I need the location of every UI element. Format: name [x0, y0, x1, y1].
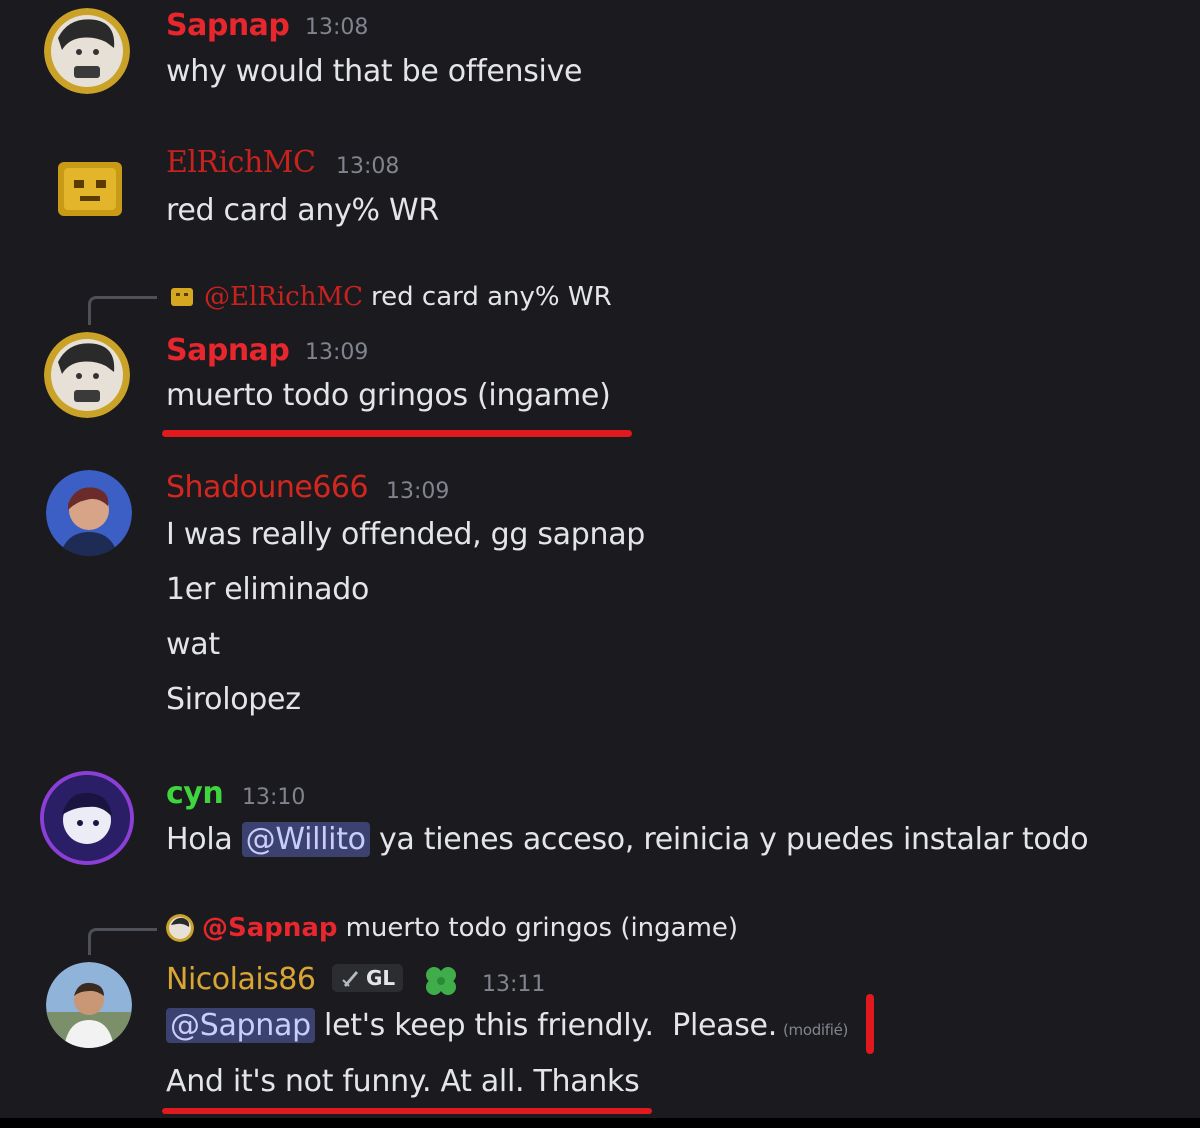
message-text-part: let's keep this friendly. Please. — [314, 1008, 777, 1043]
reply-preview[interactable]: @ElRichMC red card any% WR — [168, 282, 612, 312]
avatar-elrichmc[interactable] — [52, 152, 128, 228]
timestamp: 13:08 — [305, 15, 369, 40]
message-text: red card any% WR — [166, 193, 439, 228]
message-text: @Sapnap let's keep this friendly. Please… — [166, 1008, 848, 1043]
screen-bottom-edge — [0, 1118, 1200, 1128]
reply-text: red card any% WR — [371, 282, 612, 312]
message-text: I was really offended, gg sapnap — [166, 517, 646, 552]
avatar-cyn[interactable] — [44, 775, 130, 861]
reply-text: muerto todo gringos (ingame) — [345, 913, 739, 943]
avatar-sapnap[interactable] — [44, 8, 130, 94]
message-text: wat — [166, 627, 220, 662]
mention-willito[interactable]: @Willito — [241, 822, 370, 857]
server-tag[interactable]: GL — [332, 964, 404, 992]
mention-sapnap[interactable]: @Sapnap — [166, 1008, 315, 1043]
avatar-cyn-image — [44, 775, 130, 861]
message-text-part: ya tienes acceso, reinicia y puedes inst… — [369, 822, 1089, 857]
reply-connector — [88, 928, 157, 955]
username-elrichmc[interactable]: ElRichMC — [166, 145, 316, 180]
red-bar-annotation — [866, 994, 874, 1054]
sword-icon — [340, 967, 362, 989]
edited-label: (modifié) — [782, 1021, 849, 1039]
reply-preview[interactable]: @Sapnap muerto todo gringos (ingame) — [166, 913, 738, 943]
avatar-nicolais86[interactable] — [46, 962, 132, 1048]
reply-author[interactable]: @Sapnap — [202, 913, 338, 943]
message-text: And it's not funny. At all. Thanks — [166, 1064, 640, 1099]
avatar-shadoune666[interactable] — [46, 470, 132, 556]
clover-icon — [422, 962, 460, 1000]
reply-connector — [88, 296, 157, 325]
avatar-nicolais86-image — [46, 962, 132, 1048]
username-shadoune666[interactable]: Shadoune666 — [166, 470, 369, 505]
message-text: why would that be offensive — [166, 54, 583, 89]
elrichmc-mini-avatar-icon — [168, 283, 196, 311]
server-tag-label: GL — [366, 966, 396, 990]
message-text: muerto todo gringos (ingame) — [166, 378, 611, 413]
username-sapnap[interactable]: Sapnap — [166, 8, 290, 43]
avatar-shadoune666-image — [46, 470, 132, 556]
red-underline-annotation — [162, 1108, 652, 1114]
chat-message-list: Sapnap 13:08 why would that be offensive… — [0, 0, 1200, 1128]
avatar-sapnap-image — [44, 332, 130, 418]
username-sapnap[interactable]: Sapnap — [166, 333, 290, 368]
timestamp: 13:08 — [336, 154, 400, 179]
message-text: 1er eliminado — [166, 572, 369, 607]
timestamp: 13:09 — [305, 340, 369, 365]
message-text: Sirolopez — [166, 682, 301, 717]
timestamp: 13:09 — [386, 479, 450, 504]
red-underline-annotation — [162, 430, 632, 437]
sapnap-mini-avatar-icon — [166, 914, 194, 942]
username-nicolais86[interactable]: Nicolais86 — [166, 962, 316, 997]
message-text: Hola @Willito ya tienes acceso, reinicia… — [166, 822, 1089, 857]
avatar-sapnap[interactable] — [44, 332, 130, 418]
timestamp: 13:10 — [242, 785, 306, 810]
message-text-part: Hola — [166, 822, 242, 857]
username-cyn[interactable]: cyn — [166, 776, 224, 811]
reply-author[interactable]: @ElRichMC — [204, 282, 363, 312]
avatar-elrichmc-image — [58, 162, 122, 216]
timestamp: 13:11 — [482, 972, 546, 997]
avatar-sapnap-image — [44, 8, 130, 94]
